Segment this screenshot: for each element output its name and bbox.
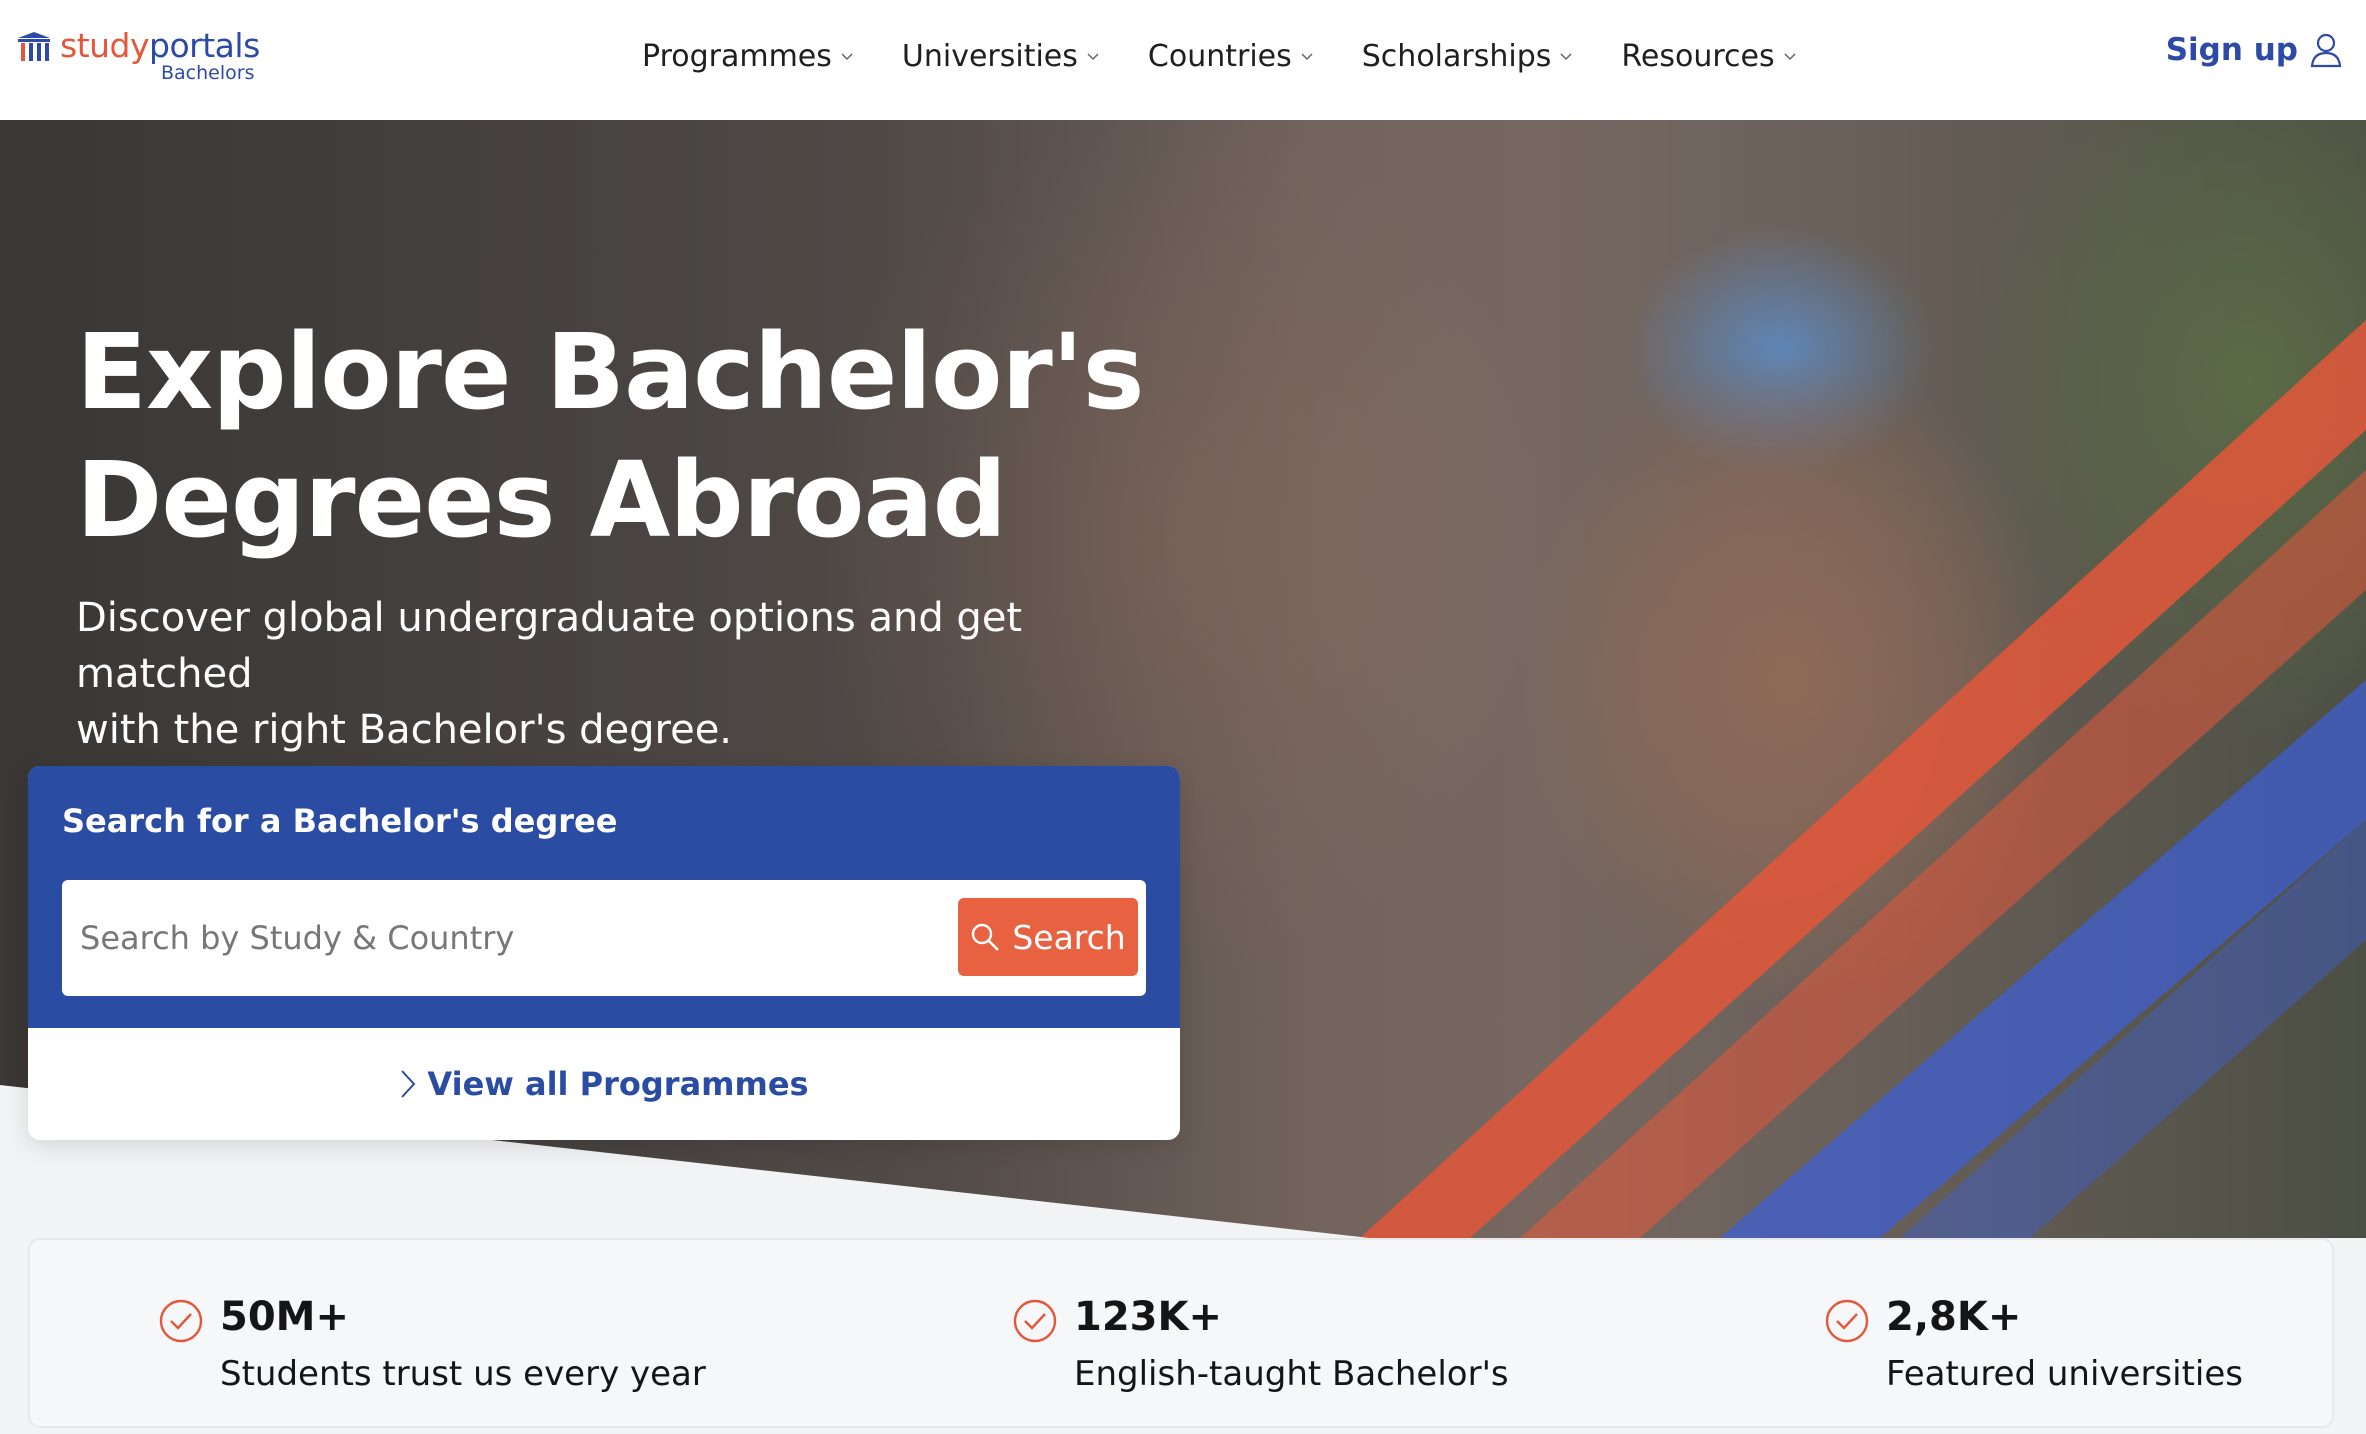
stat-label: Featured universities xyxy=(1886,1354,2243,1394)
stat-value: 2,8K+ xyxy=(1886,1294,2022,1340)
check-circle-icon xyxy=(159,1299,203,1343)
chevron-down-icon xyxy=(841,53,853,61)
sign-up-button[interactable]: Sign up xyxy=(2166,32,2342,68)
search-input[interactable] xyxy=(62,880,962,996)
search-icon xyxy=(972,923,1000,951)
hero-title: Explore Bachelor's Degrees Abroad xyxy=(76,308,1176,564)
search-button[interactable]: Search xyxy=(958,898,1138,976)
nav-item-label: Programmes xyxy=(642,38,832,74)
chevron-down-icon xyxy=(1087,53,1099,61)
logo-word-portals: portals xyxy=(149,26,260,65)
stat-label: Students trust us every year xyxy=(220,1354,706,1394)
logo-wordmark: studyportals xyxy=(60,26,260,65)
chevron-down-icon xyxy=(1301,53,1313,61)
nav-item-label: Countries xyxy=(1147,38,1292,74)
check-circle-icon xyxy=(1013,1299,1057,1343)
search-heading: Search for a Bachelor's degree xyxy=(62,802,618,840)
site-header: studyportals Bachelors Programmes Univer… xyxy=(0,0,2366,120)
view-all-programmes-link[interactable]: View all Programmes xyxy=(28,1028,1180,1140)
chevron-right-icon xyxy=(401,1070,416,1098)
logo-subtitle: Bachelors xyxy=(161,62,255,84)
nav-item-scholarships[interactable]: Scholarships xyxy=(1362,34,1574,78)
nav-item-label: Scholarships xyxy=(1361,38,1552,74)
search-card-header: Search for a Bachelor's degree Search xyxy=(28,766,1180,1028)
main-nav: Programmes Universities Countries Schola… xyxy=(642,34,1797,78)
hero-subtitle-line-1: Discover global undergraduate options an… xyxy=(76,595,1023,697)
chevron-down-icon xyxy=(1784,53,1796,61)
search-card: Search for a Bachelor's degree Search Vi… xyxy=(28,766,1180,1140)
nav-item-universities[interactable]: Universities xyxy=(902,34,1100,78)
nav-item-label: Resources xyxy=(1621,38,1775,74)
nav-item-programmes[interactable]: Programmes xyxy=(642,34,854,78)
hero-title-line-2: Degrees Abroad xyxy=(76,439,1007,561)
nav-item-label: Universities xyxy=(901,38,1078,74)
studyportals-logo[interactable]: studyportals Bachelors xyxy=(16,26,276,88)
chevron-down-icon xyxy=(1560,53,1572,61)
logo-word-study: study xyxy=(60,26,150,65)
stat-value: 123K+ xyxy=(1074,1294,1223,1340)
check-circle-icon xyxy=(1825,1299,1869,1343)
stat-value: 50M+ xyxy=(220,1294,349,1340)
search-button-label: Search xyxy=(1012,917,1126,957)
hero-title-line-1: Explore Bachelor's xyxy=(76,311,1144,433)
stat-label: English-taught Bachelor's xyxy=(1074,1354,1509,1394)
user-icon xyxy=(2310,33,2342,68)
stats-bar: 50M+ Students trust us every year 123K+ … xyxy=(28,1238,2334,1428)
logo-building-icon xyxy=(18,32,50,61)
hero-subtitle-line-2: with the right Bachelor's degree. xyxy=(76,707,733,753)
view-all-label: View all Programmes xyxy=(427,1065,809,1103)
search-box: Search xyxy=(62,880,1146,996)
nav-item-resources[interactable]: Resources xyxy=(1621,34,1796,78)
sign-up-label: Sign up xyxy=(2165,32,2298,68)
nav-item-countries[interactable]: Countries xyxy=(1148,34,1314,78)
hero-subtitle: Discover global undergraduate options an… xyxy=(76,590,1176,758)
